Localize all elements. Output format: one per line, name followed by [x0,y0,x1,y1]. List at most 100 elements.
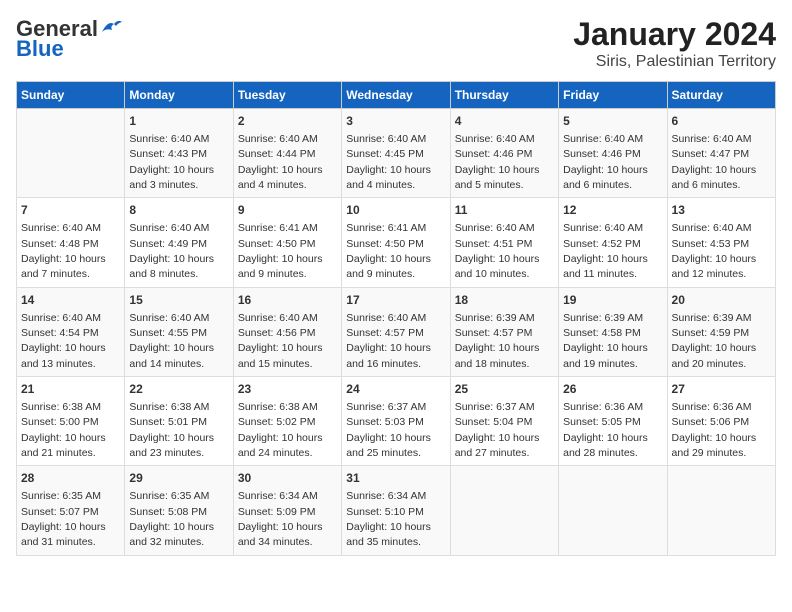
calendar-cell: 22 Sunrise: 6:38 AM Sunset: 5:01 PM Dayli… [125,377,233,466]
day-info: Sunrise: 6:40 AM Sunset: 4:55 PM Dayligh… [129,312,214,370]
logo-bird-icon [100,18,122,36]
week-row-5: 28 Sunrise: 6:35 AM Sunset: 5:07 PM Dayli… [17,466,776,555]
day-info: Sunrise: 6:40 AM Sunset: 4:51 PM Dayligh… [455,222,540,280]
day-number: 21 [21,381,120,398]
day-number: 2 [238,113,337,130]
calendar-cell [667,466,775,555]
calendar-cell: 11 Sunrise: 6:40 AM Sunset: 4:51 PM Dayli… [450,198,558,287]
day-info: Sunrise: 6:40 AM Sunset: 4:43 PM Dayligh… [129,133,214,191]
day-info: Sunrise: 6:38 AM Sunset: 5:01 PM Dayligh… [129,401,214,459]
day-number: 31 [346,470,445,487]
day-number: 11 [455,202,554,219]
column-header-wednesday: Wednesday [342,82,450,109]
calendar-cell: 1Sunrise: 6:40 AM Sunset: 4:43 PM Daylig… [125,109,233,198]
day-info: Sunrise: 6:34 AM Sunset: 5:09 PM Dayligh… [238,490,323,548]
day-info: Sunrise: 6:38 AM Sunset: 5:00 PM Dayligh… [21,401,106,459]
day-info: Sunrise: 6:40 AM Sunset: 4:46 PM Dayligh… [455,133,540,191]
day-info: Sunrise: 6:40 AM Sunset: 4:46 PM Dayligh… [563,133,648,191]
week-row-1: 1Sunrise: 6:40 AM Sunset: 4:43 PM Daylig… [17,109,776,198]
day-info: Sunrise: 6:40 AM Sunset: 4:54 PM Dayligh… [21,312,106,370]
calendar-cell: 14Sunrise: 6:40 AM Sunset: 4:54 PM Dayli… [17,287,125,376]
day-number: 19 [563,292,662,309]
day-info: Sunrise: 6:34 AM Sunset: 5:10 PM Dayligh… [346,490,431,548]
day-number: 3 [346,113,445,130]
calendar-cell: 29 Sunrise: 6:35 AM Sunset: 5:08 PM Dayli… [125,466,233,555]
calendar-cell [559,466,667,555]
day-number: 27 [672,381,771,398]
header-row: SundayMondayTuesdayWednesdayThursdayFrid… [17,82,776,109]
calendar-cell: 31 Sunrise: 6:34 AM Sunset: 5:10 PM Dayli… [342,466,450,555]
day-info: Sunrise: 6:37 AM Sunset: 5:04 PM Dayligh… [455,401,540,459]
day-number: 29 [129,470,228,487]
day-number: 8 [129,202,228,219]
column-header-thursday: Thursday [450,82,558,109]
day-info: Sunrise: 6:40 AM Sunset: 4:47 PM Dayligh… [672,133,757,191]
day-info: Sunrise: 6:35 AM Sunset: 5:07 PM Dayligh… [21,490,106,548]
calendar-cell: 21 Sunrise: 6:38 AM Sunset: 5:00 PM Dayli… [17,377,125,466]
calendar-cell: 19 Sunrise: 6:39 AM Sunset: 4:58 PM Dayli… [559,287,667,376]
column-header-saturday: Saturday [667,82,775,109]
day-info: Sunrise: 6:40 AM Sunset: 4:49 PM Dayligh… [129,222,214,280]
calendar-cell: 24 Sunrise: 6:37 AM Sunset: 5:03 PM Dayli… [342,377,450,466]
page-header: General Blue January 2024 Siris, Palesti… [16,16,776,71]
day-info: Sunrise: 6:40 AM Sunset: 4:57 PM Dayligh… [346,312,431,370]
calendar-cell: 17 Sunrise: 6:40 AM Sunset: 4:57 PM Dayli… [342,287,450,376]
day-number: 6 [672,113,771,130]
calendar-cell: 12Sunrise: 6:40 AM Sunset: 4:52 PM Dayli… [559,198,667,287]
page-title: January 2024 [573,16,776,53]
day-info: Sunrise: 6:36 AM Sunset: 5:05 PM Dayligh… [563,401,648,459]
day-info: Sunrise: 6:39 AM Sunset: 4:59 PM Dayligh… [672,312,757,370]
day-number: 28 [21,470,120,487]
calendar-cell: 28 Sunrise: 6:35 AM Sunset: 5:07 PM Dayli… [17,466,125,555]
day-info: Sunrise: 6:35 AM Sunset: 5:08 PM Dayligh… [129,490,214,548]
day-number: 24 [346,381,445,398]
week-row-3: 14Sunrise: 6:40 AM Sunset: 4:54 PM Dayli… [17,287,776,376]
calendar-cell: 13Sunrise: 6:40 AM Sunset: 4:53 PM Dayli… [667,198,775,287]
day-info: Sunrise: 6:37 AM Sunset: 5:03 PM Dayligh… [346,401,431,459]
title-area: January 2024 Siris, Palestinian Territor… [573,16,776,71]
calendar-cell: 3Sunrise: 6:40 AM Sunset: 4:45 PM Daylig… [342,109,450,198]
column-header-sunday: Sunday [17,82,125,109]
day-number: 4 [455,113,554,130]
day-number: 30 [238,470,337,487]
logo-blue: Blue [16,36,64,62]
logo: General Blue [16,16,122,62]
day-number: 18 [455,292,554,309]
calendar-cell: 27 Sunrise: 6:36 AM Sunset: 5:06 PM Dayli… [667,377,775,466]
column-header-tuesday: Tuesday [233,82,341,109]
day-number: 23 [238,381,337,398]
calendar-cell: 6 Sunrise: 6:40 AM Sunset: 4:47 PM Daylig… [667,109,775,198]
day-number: 26 [563,381,662,398]
day-info: Sunrise: 6:39 AM Sunset: 4:57 PM Dayligh… [455,312,540,370]
calendar-cell [17,109,125,198]
day-info: Sunrise: 6:38 AM Sunset: 5:02 PM Dayligh… [238,401,323,459]
day-info: Sunrise: 6:39 AM Sunset: 4:58 PM Dayligh… [563,312,648,370]
day-number: 17 [346,292,445,309]
column-header-monday: Monday [125,82,233,109]
calendar-cell: 5 Sunrise: 6:40 AM Sunset: 4:46 PM Daylig… [559,109,667,198]
calendar-table: SundayMondayTuesdayWednesdayThursdayFrid… [16,81,776,556]
day-info: Sunrise: 6:40 AM Sunset: 4:52 PM Dayligh… [563,222,648,280]
calendar-cell: 18 Sunrise: 6:39 AM Sunset: 4:57 PM Dayli… [450,287,558,376]
calendar-cell: 10Sunrise: 6:41 AM Sunset: 4:50 PM Dayli… [342,198,450,287]
calendar-cell: 26 Sunrise: 6:36 AM Sunset: 5:05 PM Dayli… [559,377,667,466]
calendar-cell [450,466,558,555]
calendar-cell: 9Sunrise: 6:41 AM Sunset: 4:50 PM Daylig… [233,198,341,287]
day-info: Sunrise: 6:41 AM Sunset: 4:50 PM Dayligh… [346,222,431,280]
calendar-cell: 25Sunrise: 6:37 AM Sunset: 5:04 PM Dayli… [450,377,558,466]
calendar-cell: 15Sunrise: 6:40 AM Sunset: 4:55 PM Dayli… [125,287,233,376]
day-info: Sunrise: 6:40 AM Sunset: 4:48 PM Dayligh… [21,222,106,280]
day-info: Sunrise: 6:40 AM Sunset: 4:56 PM Dayligh… [238,312,323,370]
day-number: 5 [563,113,662,130]
day-number: 9 [238,202,337,219]
calendar-cell: 20 Sunrise: 6:39 AM Sunset: 4:59 PM Dayli… [667,287,775,376]
day-number: 20 [672,292,771,309]
week-row-2: 7Sunrise: 6:40 AM Sunset: 4:48 PM Daylig… [17,198,776,287]
day-number: 22 [129,381,228,398]
calendar-cell: 30 Sunrise: 6:34 AM Sunset: 5:09 PM Dayli… [233,466,341,555]
day-info: Sunrise: 6:36 AM Sunset: 5:06 PM Dayligh… [672,401,757,459]
day-info: Sunrise: 6:40 AM Sunset: 4:44 PM Dayligh… [238,133,323,191]
column-header-friday: Friday [559,82,667,109]
calendar-cell: 4 Sunrise: 6:40 AM Sunset: 4:46 PM Daylig… [450,109,558,198]
day-number: 13 [672,202,771,219]
